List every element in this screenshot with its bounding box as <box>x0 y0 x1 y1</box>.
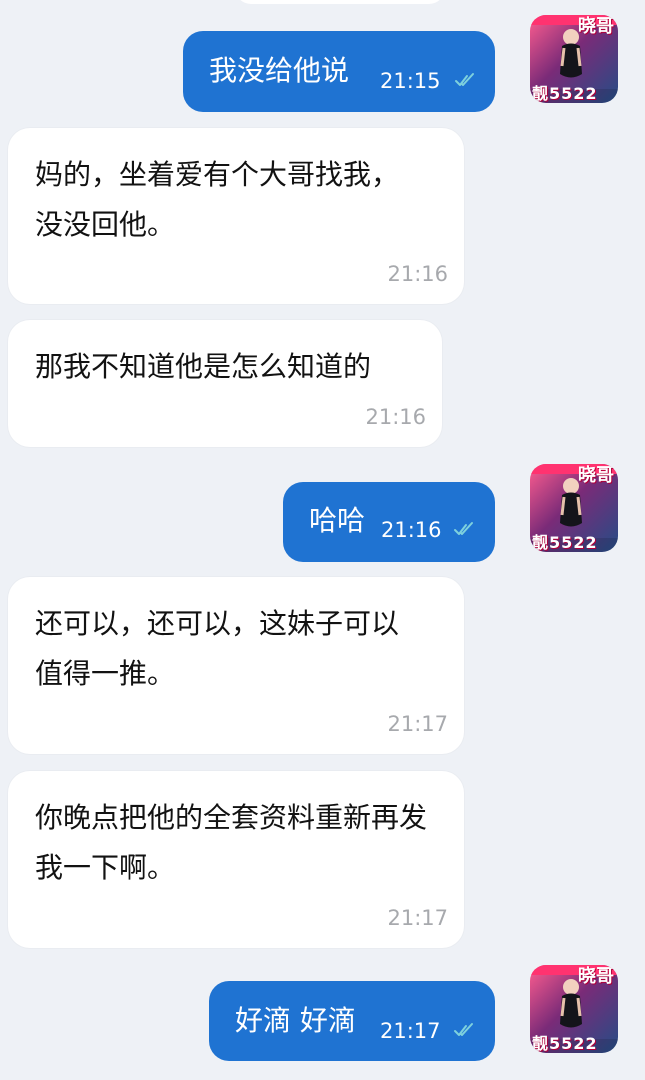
message-text: 我没给他说 <box>209 54 350 87</box>
avatar-label-bottom: 靓5522 <box>532 533 598 552</box>
message-time: 21:15 <box>380 69 441 93</box>
double-check-icon <box>454 522 473 535</box>
message-time: 21:16 <box>387 262 448 286</box>
avatar-label-bottom: 靓5522 <box>532 1034 598 1053</box>
message-time: 21:16 <box>365 405 426 429</box>
message-text: 你晚点把他的全套资料重新再发我一下啊。 <box>35 801 428 884</box>
avatar-icon[interactable]: 晓哥 靓5522 <box>530 965 618 1053</box>
message-time: 21:17 <box>380 1019 441 1043</box>
message-incoming[interactable]: 那我不知道他是怎么知道的 21:16 <box>8 320 442 447</box>
message-outgoing[interactable]: 好滴 好滴 21:17 <box>209 981 495 1061</box>
avatar-icon[interactable]: 晓哥 靓5522 <box>530 15 618 103</box>
message-text: 哈哈 <box>309 504 366 537</box>
avatar-label-top: 晓哥 <box>578 16 614 37</box>
previous-message-bubble <box>235 0 445 4</box>
message-outgoing[interactable]: 我没给他说 21:15 <box>183 31 495 112</box>
avatar-label-top: 晓哥 <box>578 966 614 987</box>
double-check-icon <box>455 73 474 86</box>
avatar-label-bottom: 靓5522 <box>532 84 598 103</box>
message-incoming[interactable]: 你晚点把他的全套资料重新再发我一下啊。 21:17 <box>8 771 464 948</box>
message-text: 妈的，坐着爱有个大哥找我，没没回他。 <box>35 158 400 241</box>
double-check-icon <box>454 1023 473 1036</box>
message-outgoing[interactable]: 哈哈 21:16 <box>283 482 495 562</box>
message-time: 21:16 <box>381 518 442 542</box>
avatar-label-top: 晓哥 <box>578 465 614 486</box>
message-time: 21:17 <box>387 906 448 930</box>
message-incoming[interactable]: 妈的，坐着爱有个大哥找我，没没回他。 21:16 <box>8 128 464 304</box>
message-text: 还可以，还可以，这妹子可以值得一推。 <box>35 607 400 690</box>
chat-conversation: 我没给他说 21:15 晓哥 靓5522 妈的，坐着爱有个大哥找我，没没回他。 … <box>0 0 645 1080</box>
avatar-icon[interactable]: 晓哥 靓5522 <box>530 464 618 552</box>
message-text: 那我不知道他是怎么知道的 <box>35 350 372 383</box>
message-text: 好滴 好滴 <box>235 1004 356 1037</box>
message-incoming[interactable]: 还可以，还可以，这妹子可以值得一推。 21:17 <box>8 577 464 754</box>
message-time: 21:17 <box>387 712 448 736</box>
